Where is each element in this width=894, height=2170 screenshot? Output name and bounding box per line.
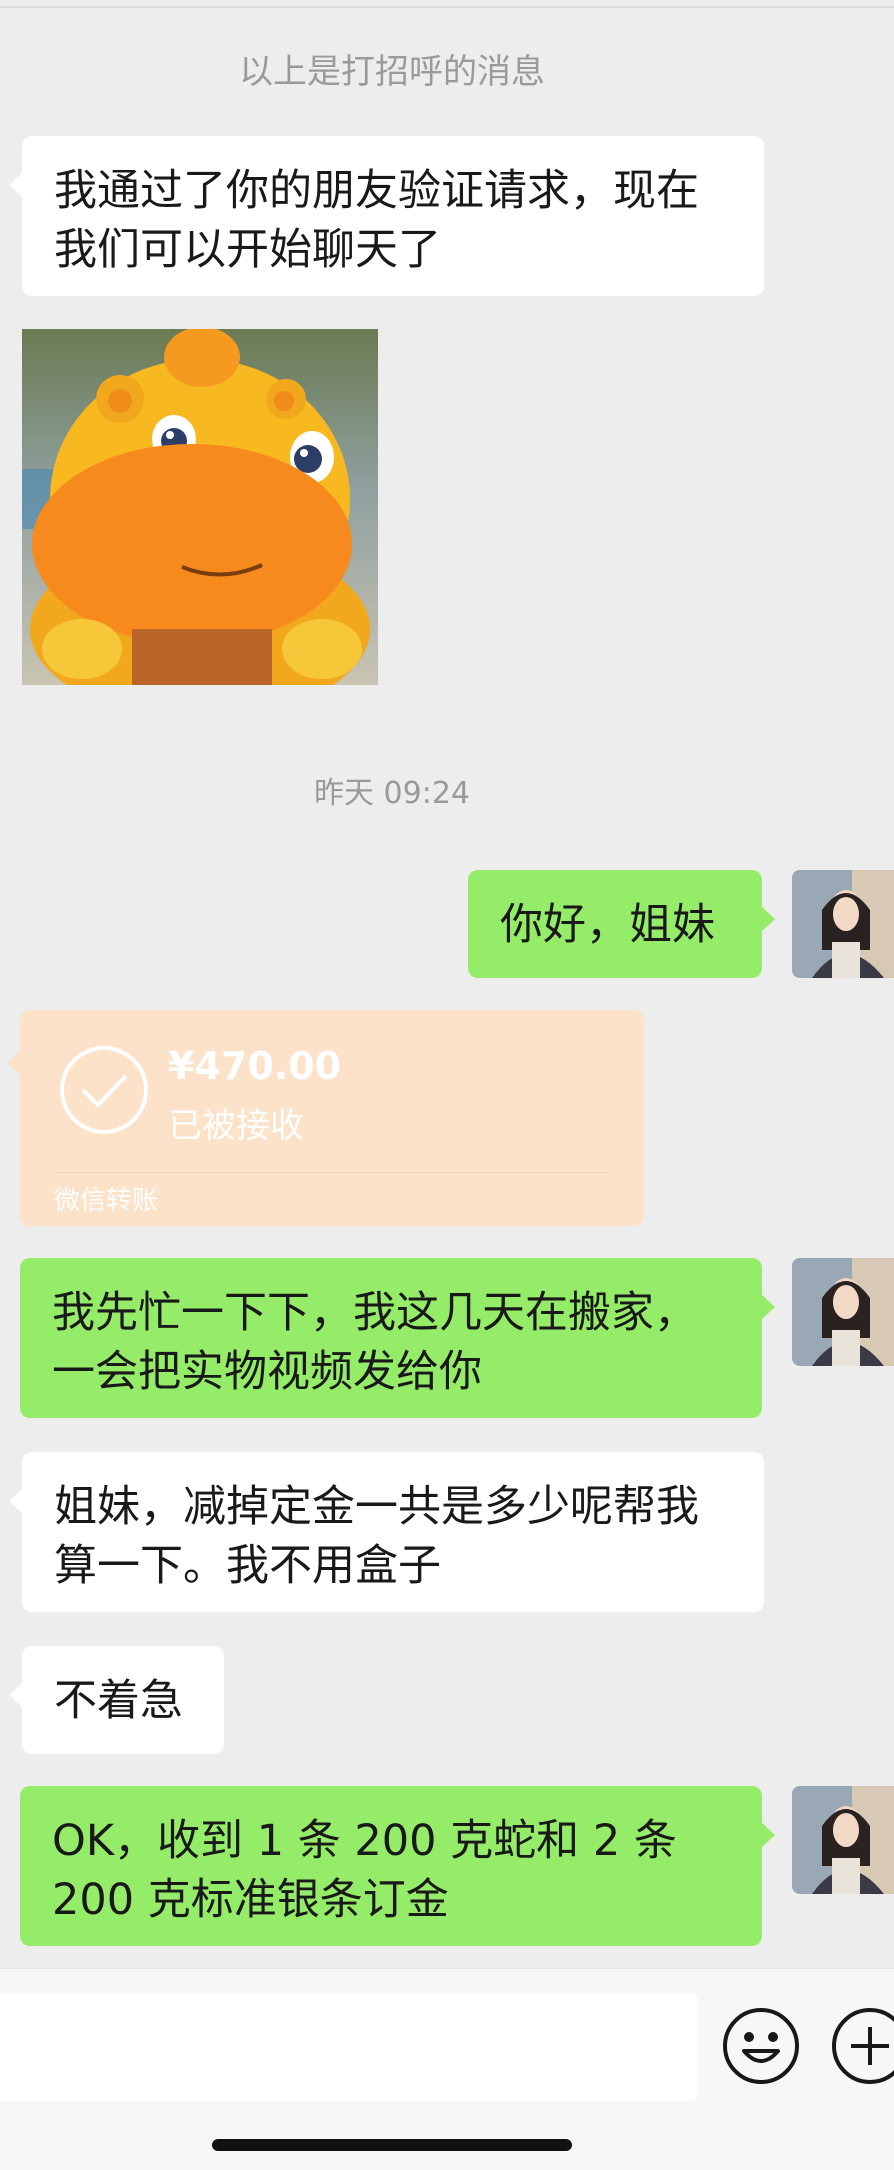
timestamp-label: 昨天 09:24 bbox=[314, 776, 470, 811]
message-bubble-outgoing[interactable]: 你好，姐妹 bbox=[468, 870, 775, 978]
message-bubble-outgoing[interactable]: OK，收到 1 条 200 克蛇和 2 条 200 克标准银条订金 bbox=[20, 1786, 775, 1946]
wechat-transfer-card[interactable]: ¥470.00 已被接收 微信转账 bbox=[7, 1010, 644, 1226]
message-bubble-incoming[interactable]: 姐妹，减掉定金一共是多少呢帮我算一下。我不用盒子 bbox=[9, 1452, 764, 1612]
self-avatar[interactable] bbox=[792, 870, 894, 978]
check-circle-icon bbox=[60, 1046, 148, 1134]
message-bubble-incoming[interactable]: 我通过了你的朋友验证请求，现在我们可以开始聊天了 bbox=[9, 136, 764, 296]
plus-icon[interactable] bbox=[829, 2005, 894, 2087]
transfer-source-label: 微信转账 bbox=[54, 1186, 159, 1216]
self-avatar[interactable] bbox=[792, 1786, 894, 1894]
transfer-amount: ¥470.00 bbox=[168, 1044, 342, 1088]
self-avatar[interactable] bbox=[792, 1258, 894, 1366]
hippo-sticker-image[interactable] bbox=[22, 329, 378, 685]
greeting-system-note: 以上是打招呼的消息 bbox=[239, 52, 545, 92]
message-input[interactable] bbox=[0, 1993, 698, 2101]
transfer-divider bbox=[54, 1172, 610, 1173]
message-bubble-incoming[interactable]: 不着急 bbox=[9, 1646, 224, 1754]
top-divider bbox=[0, 6, 894, 8]
home-indicator[interactable] bbox=[212, 2139, 572, 2151]
emoji-icon[interactable] bbox=[720, 2005, 802, 2087]
transfer-status: 已被接收 bbox=[168, 1106, 304, 1146]
message-bubble-outgoing[interactable]: 我先忙一下下，我这几天在搬家，一会把实物视频发给你 bbox=[20, 1258, 775, 1418]
chat-input-bar bbox=[0, 1968, 894, 2170]
